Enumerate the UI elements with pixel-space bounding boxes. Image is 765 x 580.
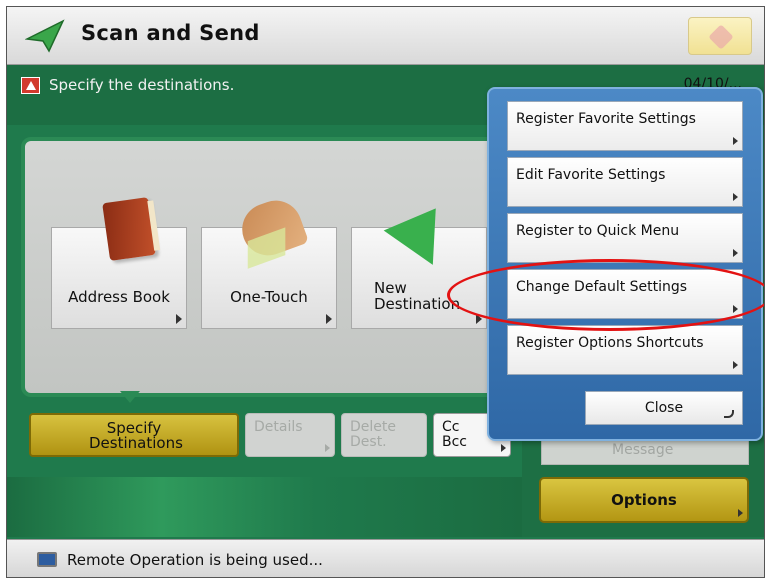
address-book-button[interactable]: Address Book <box>51 197 187 329</box>
message-label: Message <box>612 442 674 458</box>
chevron-right-icon <box>733 249 738 257</box>
delete-destination-button[interactable]: Delete Dest. <box>341 413 427 457</box>
chevron-right-icon <box>738 509 743 517</box>
menu-item-label: Edit Favorite Settings <box>516 167 666 183</box>
status-text: Remote Operation is being used... <box>67 551 323 569</box>
instruction-text: Specify the destinations. <box>49 76 235 94</box>
destination-panel: Address Book One-Touch New Destination <box>21 137 521 397</box>
details-button[interactable]: Details <box>245 413 335 457</box>
new-destination-button[interactable]: New Destination <box>351 191 487 329</box>
cc-bcc-label: Cc Bcc <box>442 419 467 450</box>
page-title: Scan and Send <box>81 21 260 45</box>
new-destination-label: New Destination <box>374 279 461 313</box>
chevron-right-icon <box>325 444 330 452</box>
paper-plane-icon <box>25 19 65 53</box>
one-touch-button[interactable]: One-Touch <box>201 193 337 329</box>
menu-item-label: Register to Quick Menu <box>516 223 680 239</box>
details-label: Details <box>254 419 303 435</box>
paper-plane-icon <box>383 191 461 265</box>
menu-item-register-favorite[interactable]: Register Favorite Settings <box>507 101 743 151</box>
delete-destination-label: Delete Dest. <box>350 419 396 450</box>
menu-item-edit-favorite[interactable]: Edit Favorite Settings <box>507 157 743 207</box>
remote-pc-icon <box>37 552 57 567</box>
header-action-button[interactable] <box>688 17 752 55</box>
menu-item-register-quick-menu[interactable]: Register to Quick Menu <box>507 213 743 263</box>
address-book-label: Address Book <box>68 288 170 306</box>
menu-item-label: Change Default Settings <box>516 279 688 295</box>
specify-destinations-button[interactable]: Specify Destinations <box>29 413 239 457</box>
chevron-right-icon <box>733 137 738 145</box>
title-bar: Scan and Send <box>7 7 764 65</box>
menu-item-register-options-shortcuts[interactable]: Register Options Shortcuts <box>507 325 743 375</box>
gift-icon <box>708 24 734 50</box>
close-label: Close <box>644 400 684 416</box>
status-bar: Remote Operation is being used... <box>7 539 764 577</box>
menu-item-label: Register Options Shortcuts <box>516 335 704 351</box>
screen-frame: Scan and Send Specify the destinations. … <box>6 6 765 578</box>
options-popup-menu: Register Favorite Settings Edit Favorite… <box>487 87 763 441</box>
return-icon <box>724 410 734 418</box>
chevron-right-icon <box>176 314 182 324</box>
options-label: Options <box>611 491 677 509</box>
panel-pointer <box>120 391 140 403</box>
address-book-icon <box>102 197 156 261</box>
chevron-right-icon <box>733 305 738 313</box>
one-touch-label: One-Touch <box>230 288 308 306</box>
chevron-right-icon <box>501 444 506 452</box>
menu-item-label: Register Favorite Settings <box>516 111 696 127</box>
warning-icon <box>21 77 40 94</box>
chevron-right-icon <box>326 314 332 324</box>
specify-destinations-label: Specify Destinations <box>89 419 183 452</box>
chevron-right-icon <box>733 193 738 201</box>
chevron-right-icon <box>733 361 738 369</box>
menu-item-change-default[interactable]: Change Default Settings <box>507 269 743 319</box>
close-button[interactable]: Close <box>585 391 743 425</box>
chevron-right-icon <box>476 314 482 324</box>
one-touch-hand-icon <box>234 193 310 263</box>
options-button[interactable]: Options <box>539 477 749 523</box>
decorative-strip <box>7 477 522 537</box>
